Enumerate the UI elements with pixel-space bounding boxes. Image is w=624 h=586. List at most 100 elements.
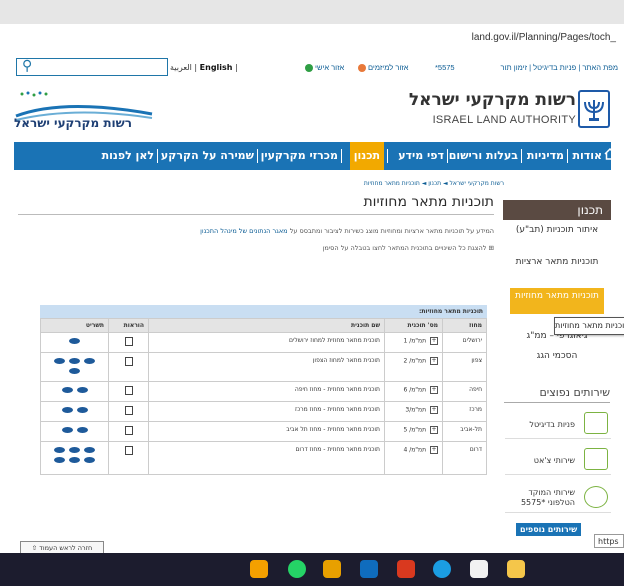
sidebar-item-umbrella-agreements[interactable]: הסכמי הגג xyxy=(503,350,611,363)
plan-no-cell[interactable]: + תמ"מ/ 5 xyxy=(384,421,443,442)
sidebar-item-district-plans[interactable]: תוכניות מתאר מחוזיות xyxy=(503,290,611,303)
planning-db-link[interactable]: מאגר הנתונים של מינהל התכנון xyxy=(200,227,287,235)
nav-item-2[interactable]: בעלות ורישום xyxy=(449,142,518,170)
browser-top-strip xyxy=(0,0,624,24)
expand-icon[interactable]: + xyxy=(430,386,438,394)
map-link-icon[interactable] xyxy=(54,358,65,364)
map-cell[interactable] xyxy=(40,401,109,422)
table-row: ירושלים + תמ"מ/ 1 תוכנית מתאר מחוזית למחוז… xyxy=(40,332,487,353)
nav-item-5[interactable]: מכרזי מקרקעין xyxy=(261,142,338,170)
document-icon[interactable] xyxy=(124,406,133,415)
outlook-icon[interactable] xyxy=(360,560,378,578)
nav-item-4[interactable]: תכנון xyxy=(349,142,384,170)
map-link-icon[interactable] xyxy=(69,447,80,453)
plan-name-cell: תוכנית מתאר מחוזית - מחוז חיפה xyxy=(148,381,385,402)
map-link-icon[interactable] xyxy=(84,457,95,463)
plan-no-cell[interactable]: + תמ"מ/3 xyxy=(384,401,443,422)
store-icon[interactable] xyxy=(470,560,488,578)
document-icon[interactable] xyxy=(124,386,133,395)
district-cell: מרכז xyxy=(442,401,487,422)
expand-icon[interactable]: + xyxy=(430,406,438,414)
district-cell: חיפה xyxy=(442,381,487,402)
instructions-cell[interactable] xyxy=(108,381,149,402)
service-phone-label: שירותי המוקד הטלפוני *5575 xyxy=(520,488,575,507)
instructions-cell[interactable] xyxy=(108,332,149,353)
map-link-icon[interactable] xyxy=(69,338,80,344)
whatsapp-icon[interactable] xyxy=(288,560,306,578)
org-area-label: אזור למיזמים xyxy=(368,63,409,72)
expand-icon[interactable]: + xyxy=(430,426,438,434)
sidebar-item-national-plans[interactable]: תוכניות מתאר ארציות xyxy=(503,256,611,269)
expand-icon[interactable]: + xyxy=(430,357,438,365)
map-cell[interactable] xyxy=(40,421,109,442)
title-divider xyxy=(18,214,494,215)
nav-item-1[interactable]: מדיניות xyxy=(527,142,564,170)
nav-separator xyxy=(257,149,258,163)
map-link-icon[interactable] xyxy=(61,427,73,433)
map-cell[interactable] xyxy=(40,441,109,475)
breadcrumb[interactable]: רשות מקרקעי ישראל ◄ תכנון ◄ תוכניות מתאר… xyxy=(364,180,504,187)
map-cell[interactable] xyxy=(40,352,109,382)
menorah-emblem-icon[interactable] xyxy=(578,90,610,128)
plan-no-cell[interactable]: + תמ"מ/ 2 xyxy=(384,352,443,382)
map-cell[interactable] xyxy=(40,332,109,353)
top-links[interactable]: מפת האתר | פניות בדיגיטל | זימון תור xyxy=(501,63,618,72)
services-header: שירותים נפוצים xyxy=(539,386,610,399)
district-cell: ירושלים xyxy=(442,332,487,353)
chrome-icon[interactable] xyxy=(323,560,341,578)
map-link-icon[interactable] xyxy=(76,407,88,413)
expand-icon[interactable]: + xyxy=(430,446,438,454)
col-instructions: הוראות xyxy=(108,318,149,333)
instructions-cell[interactable] xyxy=(108,441,149,475)
instructions-cell[interactable] xyxy=(108,352,149,382)
nav-separator xyxy=(157,149,158,163)
language-switch[interactable]: العربية | English | xyxy=(170,63,238,72)
map-link-icon[interactable] xyxy=(54,447,65,453)
chat-icon xyxy=(584,448,608,470)
home-icon[interactable] xyxy=(604,148,616,160)
nav-item-6[interactable]: שמירה על הקרקע xyxy=(161,142,254,170)
nav-item-0[interactable]: אודות xyxy=(572,142,602,170)
map-link-icon[interactable] xyxy=(61,387,73,393)
search-icon[interactable]: ⚲ xyxy=(22,58,36,74)
app-icon[interactable] xyxy=(250,560,268,578)
personal-area-label: אזור אישי xyxy=(315,63,345,72)
plan-name-cell: תוכנית מתאר מחוזית - מחוז דרום xyxy=(148,441,385,475)
map-link-icon[interactable] xyxy=(69,457,80,463)
plan-name-cell: תוכנית מתאר למחוז הצפון xyxy=(148,352,385,382)
map-link-icon[interactable] xyxy=(76,387,88,393)
instructions-cell[interactable] xyxy=(108,401,149,422)
document-icon[interactable] xyxy=(124,446,133,455)
office-icon[interactable] xyxy=(397,560,415,578)
document-icon[interactable] xyxy=(124,337,133,346)
col-map: תשריט xyxy=(40,318,109,333)
plan-no-cell[interactable]: + תמ"מ/ 4 xyxy=(384,441,443,475)
nav-item-7[interactable]: לאן לפנות xyxy=(102,142,154,170)
url-text[interactable]: land.gov.il/Planning/Pages/toch_ xyxy=(472,32,616,43)
map-link-icon[interactable] xyxy=(69,358,80,364)
map-link-icon[interactable] xyxy=(61,407,73,413)
document-icon[interactable] xyxy=(124,426,133,435)
map-link-icon[interactable] xyxy=(84,358,95,364)
map-link-icon[interactable] xyxy=(69,368,80,374)
lang-arabic-link[interactable]: العربية xyxy=(170,63,192,72)
map-cell[interactable] xyxy=(40,381,109,402)
lang-english-link[interactable]: English xyxy=(200,63,233,72)
map-link-icon[interactable] xyxy=(54,457,65,463)
more-services-button[interactable]: שירותים נוספים xyxy=(516,523,582,536)
map-link-icon[interactable] xyxy=(76,427,88,433)
sidebar-item-plan-search[interactable]: איתור תוכניות (תב"ע) xyxy=(503,224,611,237)
edge-icon[interactable] xyxy=(433,560,451,578)
plan-no-cell[interactable]: + תמ"מ/ 1 xyxy=(384,332,443,353)
nav-item-3[interactable]: דפי מידע xyxy=(398,142,444,170)
personal-area-link[interactable]: אזור אישי xyxy=(305,63,345,73)
search-input[interactable] xyxy=(16,58,168,76)
phone-link[interactable]: *5575 xyxy=(435,63,455,72)
folder-icon[interactable] xyxy=(507,560,525,578)
document-icon[interactable] xyxy=(124,357,133,366)
expand-icon[interactable]: + xyxy=(430,337,438,345)
plan-no-cell[interactable]: + תמ"מ/ 6 xyxy=(384,381,443,402)
org-area-link[interactable]: אזור למיזמים xyxy=(358,63,409,73)
map-link-icon[interactable] xyxy=(84,447,95,453)
instructions-cell[interactable] xyxy=(108,421,149,442)
